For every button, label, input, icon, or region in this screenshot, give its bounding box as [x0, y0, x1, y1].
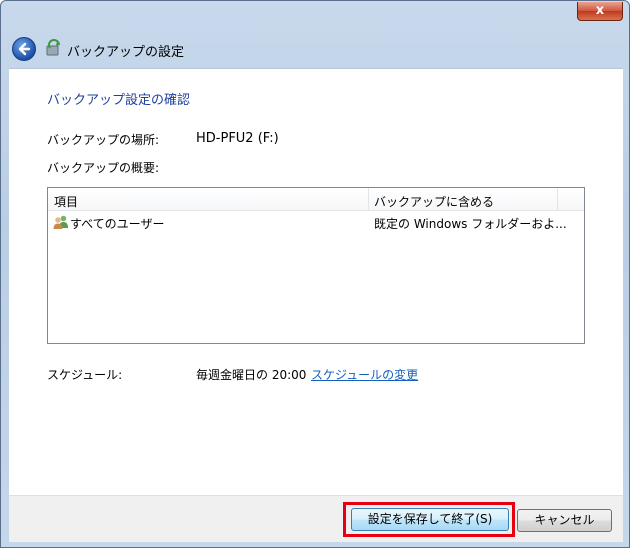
close-icon: x [595, 3, 605, 18]
close-button[interactable]: x [577, 2, 623, 21]
schedule-value: 毎週金曜日の 20:00 [196, 368, 307, 382]
row-included-value: 既定の Windows フォルダーおよ... [374, 217, 567, 231]
back-arrow-icon [18, 42, 31, 56]
main-content: バックアップ設定の確認 バックアップの場所: HD-PFU2 (F:) バックア… [9, 68, 623, 495]
cancel-button[interactable]: キャンセル [517, 509, 612, 532]
row-item-name: すべてのユーザー [70, 217, 165, 231]
backup-location-label: バックアップの場所: [47, 133, 160, 147]
window-frame: x バックアップの設定 バックアップ設定の確認 バックアップの場所: HD-PF… [0, 0, 630, 548]
column-divider[interactable] [368, 188, 369, 210]
backup-summary-table: 項目 バックアップに含める すべてのユーザー 既定の Windows フォルダー… [47, 187, 585, 344]
backup-summary-label: バックアップの概要: [47, 161, 160, 175]
page-heading: バックアップ設定の確認 [47, 93, 191, 108]
backup-location-value: HD-PFU2 (F:) [196, 131, 279, 146]
column-header-item[interactable]: 項目 [54, 193, 78, 210]
dialog-footer: 設定を保存して終了(S) キャンセル [9, 495, 623, 542]
window-header: バックアップの設定 [9, 31, 623, 67]
column-header-included[interactable]: バックアップに含める [374, 193, 494, 210]
users-icon [53, 215, 68, 229]
back-button[interactable] [12, 37, 36, 61]
save-and-exit-button[interactable]: 設定を保存して終了(S) [351, 508, 509, 531]
table-row[interactable]: すべてのユーザー 既定の Windows フォルダーおよ... [48, 212, 584, 232]
schedule-label: スケジュール: [47, 368, 123, 382]
table-header: 項目 バックアップに含める [48, 188, 584, 211]
window-title: バックアップの設定 [67, 44, 185, 59]
backup-icon [46, 39, 60, 56]
column-divider[interactable] [557, 188, 558, 210]
change-schedule-link[interactable]: スケジュールの変更 [311, 366, 418, 383]
